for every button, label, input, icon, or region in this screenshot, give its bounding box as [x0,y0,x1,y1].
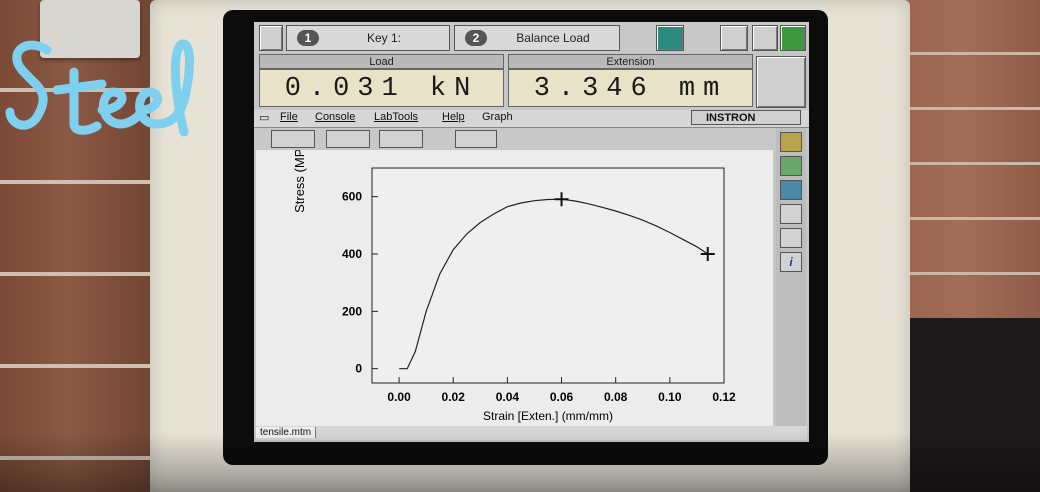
menu-bar: ▭ File Console LabTools Help Graph INSTR… [254,110,809,128]
y-tick-label: 400 [342,247,362,261]
crosshead-icon[interactable] [780,25,806,51]
menu-help[interactable]: Help [442,111,465,123]
graph-tool-1-icon[interactable] [271,130,315,148]
x-tick-label: 0.00 [387,390,411,404]
system-menu-icon[interactable]: ▭ [259,111,269,124]
console-icon[interactable] [259,25,283,51]
info-icon[interactable]: i [780,252,802,272]
load-readout: 0.031 kN [259,69,504,107]
screen: 1 Key 1: 2 Balance Load Load 0.031 kN Ex… [254,22,809,442]
stress-strain-chart: 0200400600 0.00 0.02 0.04 0.06 0.08 0.10 0.12 … [292,137,736,423]
funnel-icon[interactable] [752,25,778,51]
graph-tool-3-icon[interactable] [379,130,423,148]
crosshead-control-icon[interactable] [756,56,806,108]
x-tick-label: 0.08 [604,390,628,404]
key2-button[interactable]: 2 Balance Load [454,25,620,51]
y-axis-label: Stress (MPa) [292,150,307,213]
print-icon[interactable] [455,130,497,148]
photo-shadow [0,432,1040,492]
report-icon[interactable] [780,228,802,248]
graph-toolbar [254,128,809,149]
menu-file[interactable]: File [280,111,298,123]
menu-graph[interactable]: Graph [482,111,513,123]
graph-icon[interactable] [780,204,802,224]
menu-console[interactable]: Console [315,111,355,123]
calculator-icon[interactable] [780,180,802,200]
key2-label: Balance Load [516,31,590,45]
key1-button[interactable]: 1 Key 1: [286,25,450,51]
extension-readout: 3.346 mm [508,69,753,107]
frame-icon[interactable] [720,25,748,51]
y-tick-label: 200 [342,304,362,318]
x-axis-label: Strain [Exten.] (mm/mm) [483,409,613,423]
instron-label: INSTRON [706,112,756,124]
extension-title: Extension [508,54,753,69]
plot-area: 0 200 400 600 0.00 0.02 0.04 0.06 0.08 0.10 0.12 … [256,137,773,426]
load-title: Load [259,54,504,69]
x-tick-label: 0.12 [712,390,736,404]
top-toolbar: 1 Key 1: 2 Balance Load [254,22,809,52]
handwritten-steel-logo [5,39,194,137]
graph-tool-2-icon[interactable] [326,130,370,148]
y-tick-label: 600 [342,190,362,204]
right-icon-bar: i [776,128,806,428]
plot-frame [371,167,725,384]
x-tick-label: 0.04 [496,390,520,404]
traffic-light-icon[interactable] [780,132,802,152]
x-tick-label: 0.02 [442,390,466,404]
key1-number: 1 [297,30,319,46]
instron-selector[interactable]: INSTRON [691,110,801,125]
method-icon[interactable] [780,156,802,176]
monitor-icon[interactable] [656,25,684,51]
key1-label: Key 1: [366,31,402,45]
x-tick-label: 0.06 [550,390,574,404]
y-tick-label: 0 [355,362,362,376]
menu-labtools[interactable]: LabTools [374,111,418,123]
x-tick-label: 0.10 [658,390,682,404]
key2-number: 2 [465,30,487,46]
